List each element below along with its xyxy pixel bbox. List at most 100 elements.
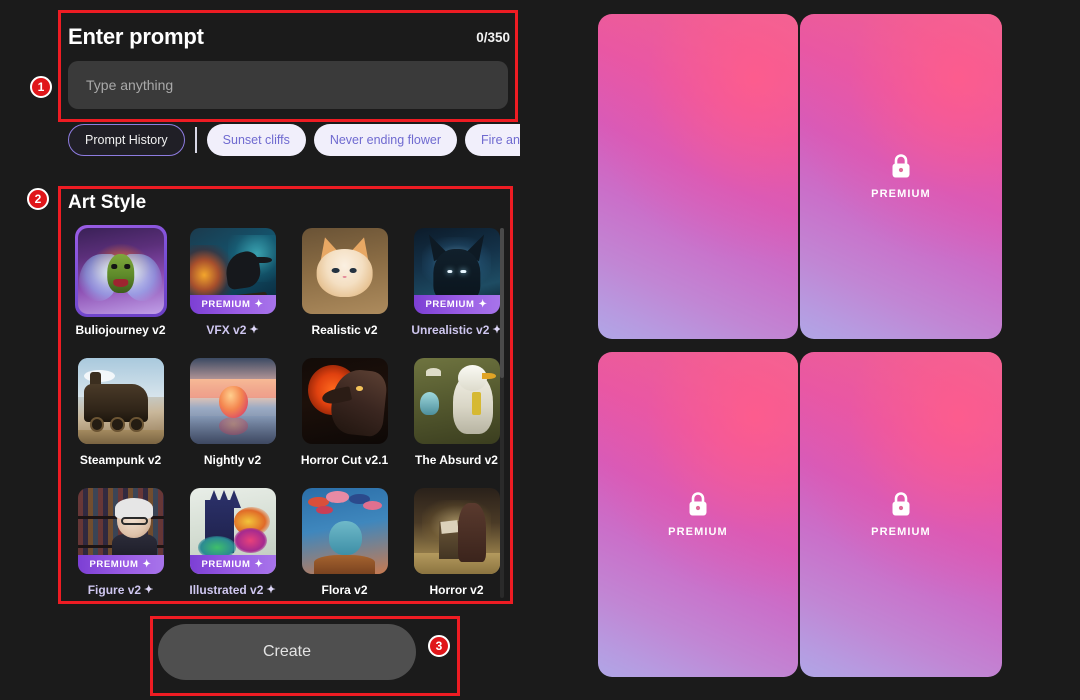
art-style-tile-steampunk-v2[interactable]: Steampunk v2 (68, 355, 173, 480)
art-style-label: Nightly v2 (204, 452, 261, 468)
art-style-thumbnail-frame (411, 485, 503, 577)
art-style-thumbnail-frame (299, 355, 391, 447)
art-style-label-text: VFX v2 (206, 323, 247, 337)
art-style-label-text: Horror v2 (429, 583, 484, 597)
prompt-input[interactable] (68, 61, 508, 109)
art-style-thumbnail-image (301, 358, 388, 444)
premium-badge-label: PREMIUM (201, 559, 251, 570)
results-right-panel: PREMIUM PREMIUM PREMIUM PREMIUM (540, 0, 1080, 700)
art-style-label: Steampunk v2 (80, 452, 161, 468)
suggestion-chip-label: Never ending flower (329, 133, 441, 147)
art-style-thumbnail-image (189, 358, 276, 444)
premium-badge: PREMIUM ✦ (77, 555, 164, 574)
suggestion-chip-0[interactable]: Sunset cliffs (206, 124, 306, 156)
art-style-thumbnail-frame (411, 355, 503, 447)
premium-badge-label: PREMIUM (425, 299, 475, 310)
art-style-thumbnail-frame: PREMIUM ✦ (187, 485, 279, 577)
art-style-thumbnail-frame (75, 355, 167, 447)
step-marker-3: 3 (428, 635, 450, 657)
prompt-suggestions-row: Prompt History Sunset cliffs Never endin… (68, 122, 520, 158)
art-style-label-text: Buliojourney v2 (75, 323, 166, 337)
art-style-thumbnail-image (77, 228, 164, 314)
premium-badge: PREMIUM ✦ (189, 295, 276, 314)
prompt-header: Enter prompt 0/350 (68, 20, 510, 54)
art-style-thumbnail-image: PREMIUM ✦ (189, 488, 276, 574)
art-style-label-text: Nightly v2 (203, 453, 262, 467)
art-style-thumbnail-image (413, 358, 500, 444)
chip-divider (194, 127, 197, 153)
art-style-tile-illustrated-v2[interactable]: PREMIUM ✦ Illustrated v2 ✦ (180, 485, 285, 610)
art-style-heading: Art Style (68, 192, 147, 213)
premium-badge: PREMIUM ✦ (189, 555, 276, 574)
prompt-history-label: Prompt History (85, 133, 168, 147)
suggestion-chip-2[interactable]: Fire and w (465, 124, 520, 156)
results-grid: PREMIUM PREMIUM PREMIUM PREMIUM (598, 14, 1060, 686)
art-style-label: Realistic v2 (311, 322, 377, 338)
suggestion-chip-label: Sunset cliffs (222, 133, 290, 147)
art-style-thumbnail-image: PREMIUM ✦ (77, 488, 164, 574)
art-style-thumbnail-image (301, 488, 388, 574)
step-marker-2: 2 (27, 188, 49, 210)
art-style-label: Horror v2 (429, 582, 483, 598)
premium-overlay-label: PREMIUM (668, 526, 728, 538)
lock-icon (890, 491, 912, 517)
sparkle-icon: ✦ (478, 299, 488, 310)
art-style-label-text: The Absurd v2 (415, 453, 498, 467)
character-counter: 0/350 (476, 29, 510, 45)
art-style-tile-unrealistic-v2[interactable]: PREMIUM ✦ Unrealistic v2 ✦ (404, 225, 509, 350)
art-style-tile-buliojourney-v2[interactable]: Buliojourney v2 (68, 225, 173, 350)
suggestion-chip-1[interactable]: Never ending flower (313, 124, 457, 156)
art-style-label-text: Illustrated v2 (189, 583, 264, 597)
art-style-label-text: Realistic v2 (311, 323, 378, 337)
sparkle-icon: ✦ (144, 584, 154, 596)
generator-left-panel: Enter prompt 0/350 Prompt History Sunset… (0, 0, 540, 700)
art-style-label: Figure v2 ✦ (88, 582, 154, 598)
art-style-thumbnail-frame (74, 225, 167, 317)
result-card-3[interactable]: PREMIUM (800, 352, 1002, 677)
premium-badge: PREMIUM ✦ (413, 295, 500, 314)
art-style-label-text: Unrealistic v2 (411, 323, 490, 337)
art-style-tile-the-absurd-v2[interactable]: The Absurd v2 (404, 355, 509, 480)
art-style-label-text: Flora v2 (321, 583, 368, 597)
art-style-thumbnail-image: PREMIUM ✦ (413, 228, 500, 314)
art-style-label: Horror Cut v2.1 (301, 452, 388, 468)
art-style-scrollbar[interactable] (500, 228, 504, 598)
art-style-label-text: Horror Cut v2.1 (300, 453, 389, 467)
sparkle-icon: ✦ (254, 559, 264, 570)
art-style-thumbnail-frame: PREMIUM ✦ (187, 225, 279, 317)
art-style-label: The Absurd v2 (415, 452, 498, 468)
art-style-grid: Buliojourney v2 PREMIUM ✦ VFX v2 ✦ Realistic … (68, 225, 508, 600)
art-style-tile-figure-v2[interactable]: PREMIUM ✦ Figure v2 ✦ (68, 485, 173, 610)
result-card-2[interactable]: PREMIUM (598, 352, 798, 677)
art-style-thumbnail-frame: PREMIUM ✦ (75, 485, 167, 577)
lock-icon (890, 153, 912, 179)
sparkle-icon: ✦ (142, 559, 152, 570)
art-style-thumbnail-image (413, 488, 500, 574)
art-style-tile-realistic-v2[interactable]: Realistic v2 (292, 225, 397, 350)
art-style-tile-horror-v2[interactable]: Horror v2 (404, 485, 509, 610)
art-style-tile-horror-cut-v2-1[interactable]: Horror Cut v2.1 (292, 355, 397, 480)
art-style-tile-vfx-v2[interactable]: PREMIUM ✦ VFX v2 ✦ (180, 225, 285, 350)
step-marker-1: 1 (30, 76, 52, 98)
art-style-label-text: Steampunk v2 (79, 453, 162, 467)
premium-lock-overlay: PREMIUM (871, 491, 931, 538)
art-style-thumbnail-frame (187, 355, 279, 447)
create-button[interactable]: Create (158, 624, 416, 680)
premium-overlay-label: PREMIUM (871, 188, 931, 200)
prompt-history-button[interactable]: Prompt History (68, 124, 185, 156)
art-style-thumbnail-image: PREMIUM ✦ (189, 228, 276, 314)
art-style-tile-flora-v2[interactable]: Flora v2 (292, 485, 397, 610)
art-style-scrollbar-thumb[interactable] (500, 228, 504, 378)
app-root: Enter prompt 0/350 Prompt History Sunset… (0, 0, 1080, 700)
sparkle-icon: ✦ (254, 299, 264, 310)
suggestion-chip-label: Fire and w (481, 133, 520, 147)
premium-lock-overlay: PREMIUM (668, 491, 728, 538)
art-style-label: Buliojourney v2 (75, 322, 165, 338)
premium-badge-label: PREMIUM (89, 559, 139, 570)
result-card-1[interactable]: PREMIUM (800, 14, 1002, 339)
art-style-label: VFX v2 ✦ (206, 322, 258, 338)
lock-icon (687, 491, 709, 517)
art-style-thumbnail-image (301, 228, 388, 314)
result-card-0[interactable]: PREMIUM (598, 14, 798, 339)
art-style-tile-nightly-v2[interactable]: Nightly v2 (180, 355, 285, 480)
